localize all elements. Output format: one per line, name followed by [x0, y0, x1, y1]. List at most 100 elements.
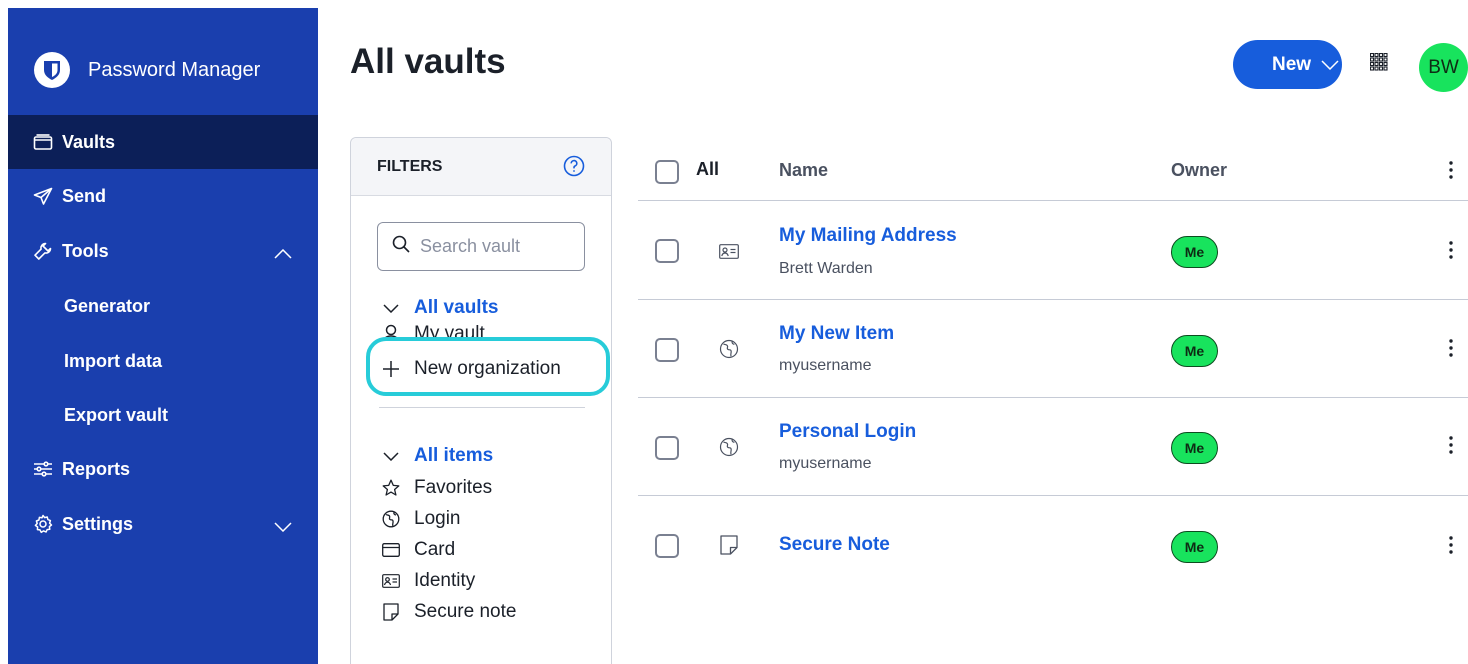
sidebar-item-send[interactable]: Send — [8, 169, 318, 223]
sidebar-item-label: Reports — [62, 458, 131, 479]
sidebar-item-label: Export vault — [64, 404, 169, 425]
more-options-icon[interactable] — [1441, 157, 1461, 183]
filter-card[interactable]: Card — [381, 537, 455, 563]
filter-label: Favorites — [414, 477, 493, 498]
sidebar-item-tools[interactable]: Tools — [8, 224, 318, 278]
item-subtitle: myusername — [779, 357, 872, 374]
app-switcher-icon[interactable] — [1369, 52, 1388, 76]
vault-icon — [32, 134, 54, 150]
chevron-down-icon — [381, 303, 401, 313]
filter-new-organization[interactable]: New organization — [381, 356, 561, 382]
table-row[interactable]: Secure Note Me — [638, 497, 1468, 595]
filters-title: FILTERS — [377, 157, 443, 175]
select-all-checkbox[interactable] — [655, 160, 679, 184]
identity-icon — [718, 240, 740, 262]
sidebar-item-export-vault[interactable]: Export vault — [8, 388, 318, 442]
sliders-icon — [32, 461, 54, 477]
item-name-link[interactable]: My Mailing Address — [779, 225, 957, 247]
filters-divider — [379, 407, 585, 408]
more-options-icon[interactable] — [1441, 237, 1461, 263]
table-row[interactable]: Personal Login myusername Me — [638, 398, 1468, 496]
owner-badge: Me — [1171, 236, 1218, 268]
select-all-label: All — [696, 159, 720, 179]
search-icon — [392, 235, 410, 258]
sidebar-item-label: Send — [62, 185, 107, 206]
filter-all-vaults[interactable]: All vaults — [381, 295, 498, 321]
chevron-down-icon — [381, 451, 401, 461]
filter-label: New organization — [414, 358, 561, 379]
sidebar-item-label: Tools — [62, 240, 109, 261]
sidebar-item-reports[interactable]: Reports — [8, 442, 318, 496]
brand-name: Password Manager — [88, 58, 261, 81]
send-icon — [32, 187, 54, 205]
sidebar-item-label: Vaults — [62, 131, 116, 152]
globe-icon — [718, 338, 740, 360]
user-icon — [381, 324, 401, 340]
row-checkbox[interactable] — [655, 436, 679, 460]
globe-icon — [718, 436, 740, 458]
filter-label: Card — [414, 539, 456, 560]
brand[interactable]: Password Manager — [34, 52, 260, 88]
filter-label: Secure note — [414, 601, 517, 622]
filter-label: My vault — [414, 324, 485, 340]
owner-badge: Me — [1171, 432, 1218, 464]
filter-my-vault[interactable]: My vault — [381, 324, 485, 340]
plus-icon — [381, 360, 401, 378]
owner-badge: Me — [1171, 531, 1218, 563]
search-input[interactable] — [420, 236, 570, 257]
sidebar-item-label: Settings — [62, 513, 134, 534]
chevron-down-icon — [274, 516, 292, 537]
item-name-link[interactable]: Personal Login — [779, 421, 916, 443]
sidebar: Password Manager Vaults Send Tools Gener… — [8, 8, 318, 664]
filter-favorites[interactable]: Favorites — [381, 475, 492, 501]
column-header-owner[interactable]: Owner — [1171, 160, 1227, 181]
item-subtitle: Brett Warden — [779, 260, 873, 277]
filter-label: All vaults — [414, 297, 499, 318]
new-button-label: New — [1272, 53, 1312, 75]
row-checkbox[interactable] — [655, 534, 679, 558]
row-checkbox[interactable] — [655, 239, 679, 263]
search-input-wrapper[interactable] — [377, 222, 585, 271]
page-title: All vaults — [350, 42, 506, 81]
more-options-icon[interactable] — [1441, 432, 1461, 458]
globe-icon — [381, 510, 401, 528]
note-icon — [381, 603, 401, 621]
item-subtitle: myusername — [779, 455, 872, 472]
table-row[interactable]: My New Item myusername Me — [638, 300, 1468, 398]
filter-identity[interactable]: Identity — [381, 568, 475, 594]
avatar-initials: BW — [1428, 56, 1459, 78]
sidebar-item-label: Generator — [64, 295, 151, 316]
item-name-link[interactable]: My New Item — [779, 323, 894, 345]
filter-label: Identity — [414, 570, 476, 591]
sidebar-item-label: Import data — [64, 350, 163, 371]
chevron-up-icon — [274, 243, 292, 264]
help-icon[interactable] — [563, 155, 585, 182]
sidebar-item-generator[interactable]: Generator — [8, 279, 318, 333]
owner-badge: Me — [1171, 335, 1218, 367]
avatar[interactable]: BW — [1419, 43, 1468, 92]
more-options-icon[interactable] — [1441, 532, 1461, 558]
filter-all-items[interactable]: All items — [381, 443, 493, 469]
star-icon — [381, 479, 401, 497]
table-row[interactable]: My Mailing Address Brett Warden Me — [638, 202, 1468, 300]
sidebar-item-import-data[interactable]: Import data — [8, 334, 318, 388]
sidebar-item-settings[interactable]: Settings — [8, 497, 318, 551]
item-name-link[interactable]: Secure Note — [779, 534, 890, 556]
more-options-icon[interactable] — [1441, 335, 1461, 361]
chevron-down-icon — [1321, 59, 1339, 70]
filter-label: Login — [414, 508, 461, 529]
bitwarden-shield-icon — [34, 52, 70, 88]
identity-icon — [381, 574, 401, 588]
filter-label: All items — [414, 445, 494, 466]
sidebar-item-vaults[interactable]: Vaults — [8, 115, 318, 169]
column-header-name[interactable]: Name — [779, 160, 828, 181]
filters-panel: FILTERS All vaults My vault New organiza… — [350, 137, 612, 664]
table-header: All Name Owner — [638, 137, 1468, 201]
wrench-icon — [32, 241, 54, 261]
filter-login[interactable]: Login — [381, 506, 461, 532]
gear-icon — [32, 514, 54, 534]
new-button[interactable]: New — [1233, 40, 1342, 89]
note-icon — [718, 534, 740, 556]
filter-secure-note[interactable]: Secure note — [381, 599, 516, 625]
row-checkbox[interactable] — [655, 338, 679, 362]
